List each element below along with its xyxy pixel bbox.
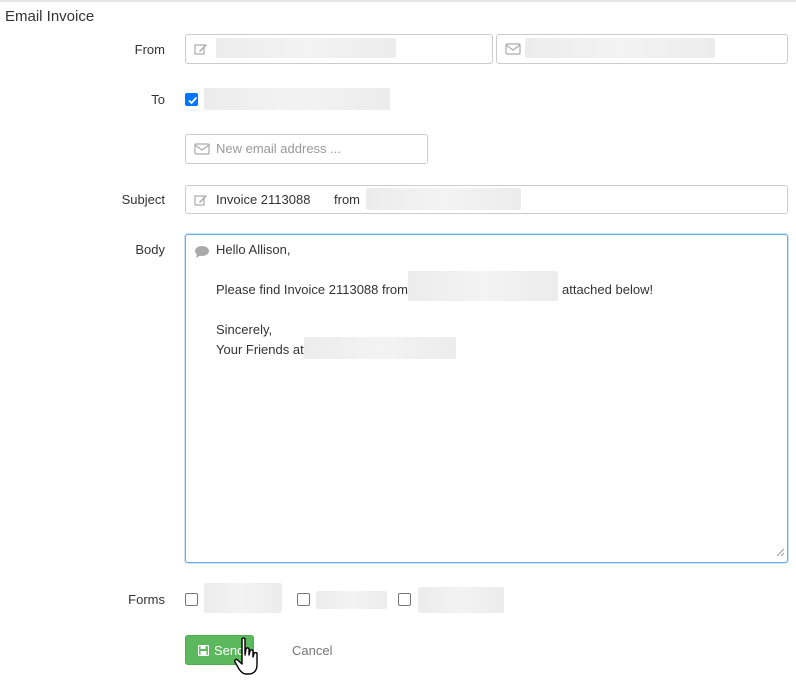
body-company-redacted bbox=[408, 271, 558, 301]
resize-handle-icon[interactable] bbox=[776, 545, 785, 560]
subject-label: Subject bbox=[121, 192, 165, 207]
form-option-2-redacted bbox=[316, 591, 387, 609]
from-name-redacted bbox=[216, 38, 396, 58]
subject-invoice-text: Invoice 2113088 bbox=[216, 192, 311, 207]
new-email-placeholder: New email address ... bbox=[216, 141, 341, 156]
cancel-link[interactable]: Cancel bbox=[292, 643, 332, 658]
floppy-disk-icon bbox=[197, 644, 210, 659]
subject-company-redacted bbox=[366, 188, 521, 210]
forms-label: Forms bbox=[128, 592, 165, 607]
from-email-field[interactable] bbox=[496, 34, 788, 64]
to-recipient-redacted bbox=[204, 88, 390, 110]
envelope-icon bbox=[194, 142, 210, 156]
to-label: To bbox=[151, 92, 165, 107]
edit-icon bbox=[194, 193, 208, 207]
form-option-1-checkbox[interactable] bbox=[185, 593, 198, 606]
subject-from-text: from bbox=[334, 192, 360, 207]
body-signature: Your Friends at bbox=[216, 342, 304, 357]
body-textarea[interactable]: Hello Allison, Please find Invoice 21130… bbox=[185, 234, 788, 563]
form-option-3-checkbox[interactable] bbox=[398, 593, 411, 606]
from-name-field[interactable] bbox=[185, 34, 493, 64]
from-email-redacted bbox=[525, 38, 715, 58]
page-title: Email Invoice bbox=[5, 8, 95, 25]
from-label: From bbox=[134, 42, 165, 57]
edit-icon bbox=[194, 42, 208, 56]
new-email-field[interactable]: New email address ... bbox=[185, 134, 428, 164]
comment-icon bbox=[194, 245, 210, 262]
hand-cursor-icon bbox=[234, 637, 262, 680]
top-divider bbox=[0, 0, 796, 2]
to-recipient-checkbox[interactable] bbox=[185, 93, 198, 106]
body-line1-prefix: Please find Invoice 2113088 from bbox=[216, 282, 408, 297]
body-label: Body bbox=[135, 242, 165, 257]
envelope-icon bbox=[505, 42, 521, 56]
body-greeting: Hello Allison, bbox=[216, 242, 291, 257]
form-option-1-redacted bbox=[204, 583, 282, 613]
body-line1-suffix: attached below! bbox=[562, 282, 654, 297]
body-signature-redacted bbox=[304, 337, 456, 359]
form-option-3-redacted bbox=[418, 587, 504, 613]
body-closing: Sincerely, bbox=[216, 322, 273, 337]
subject-input[interactable]: Invoice 2113088 from bbox=[185, 185, 788, 214]
form-option-2-checkbox[interactable] bbox=[297, 593, 310, 606]
